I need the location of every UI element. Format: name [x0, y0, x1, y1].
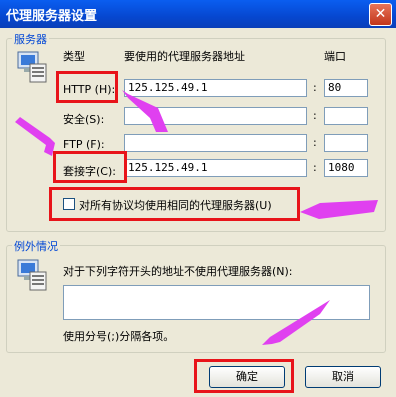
arrow-to-http-icon [122, 90, 168, 132]
arrow-to-ok-icon [262, 300, 330, 345]
annotation-arrows [15, 90, 378, 345]
arrow-to-socks-icon [15, 117, 55, 156]
proxy-settings-dialog: 代理服务器设置 ✕ 服务器 类型 要使用的代理服务器地址 端口 HTTP (H)… [0, 0, 396, 397]
arrow-to-same-proxy-icon [300, 200, 378, 219]
